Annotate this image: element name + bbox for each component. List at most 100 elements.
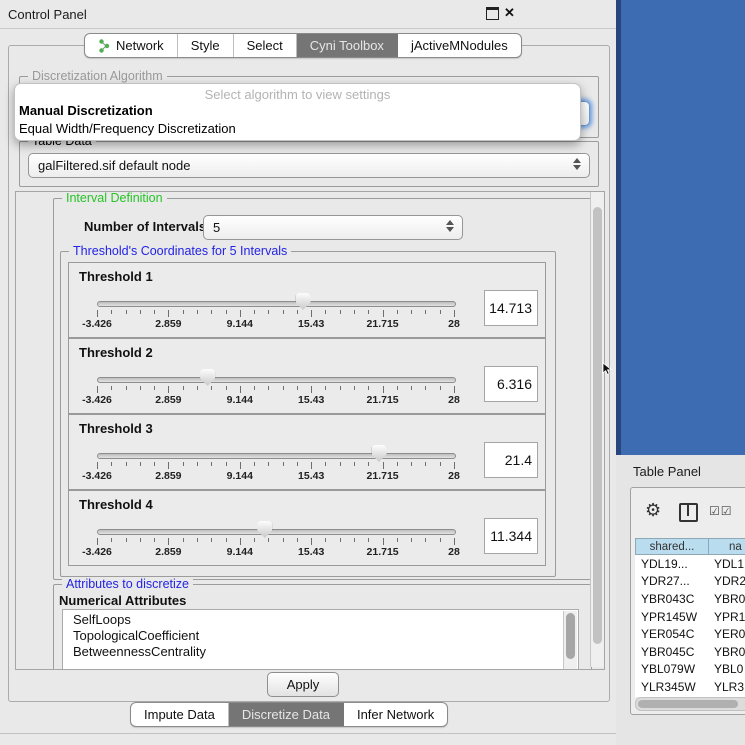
threshold-4-panel: Threshold 4 -3.4262.8599.14415.4321.7152… [68,490,546,566]
number-of-intervals-select[interactable]: 5 [203,215,463,240]
tick-label: 21.715 [367,394,399,406]
threshold-4-value-field[interactable]: 11.344 [484,518,538,554]
tab-discretize-data[interactable]: Discretize Data [229,703,344,726]
float-window-icon[interactable] [486,7,499,20]
tick-label: 21.715 [367,546,399,558]
cell-name: YPR1 [710,610,745,624]
tick-label: 9.144 [227,318,253,330]
threshold-1-slider-thumb[interactable] [296,293,311,310]
attribute-list-item[interactable]: BetweennessCentrality [63,642,578,658]
close-icon[interactable]: ✕ [504,5,515,21]
bottom-divider [0,733,616,734]
columns-icon[interactable] [679,503,698,522]
cell-name: YER0 [710,627,745,641]
cell-shared-name: YBR043C [635,592,710,606]
threshold-2-panel: Threshold 2 -3.4262.8599.14415.4321.7152… [68,338,546,414]
cell-shared-name: YDR27... [635,574,710,588]
number-of-intervals-value: 5 [213,220,220,235]
tick-label: 2.859 [155,470,181,482]
tab-label: Network [116,38,164,53]
cell-shared-name: YER054C [635,627,710,641]
table-row[interactable]: YER054CYER0 [635,625,745,643]
settings-scrollbar[interactable] [590,192,604,667]
network-tab-icon [98,39,111,53]
cell-shared-name: YDL19... [635,557,710,571]
table-row[interactable]: YBR043CYBR0 [635,590,745,608]
attribute-list-item[interactable]: TopologicalCoefficient [63,626,578,642]
table-data-select[interactable]: galFiltered.sif default node [28,153,590,178]
cell-shared-name: YPR145W [635,610,710,624]
settings-scroll-viewport: Interval Definition Number of Intervals … [15,191,605,670]
slider-ticks [97,310,454,318]
tab-impute-data[interactable]: Impute Data [131,703,229,726]
table-row[interactable]: YBL079WYBL0 [635,661,745,679]
table-row[interactable]: YPR145WYPR1 [635,608,745,626]
bottom-tab-bar: Impute Data Discretize Data Infer Networ… [130,702,448,727]
apply-button[interactable]: Apply [267,672,339,697]
algorithm-popup-hint: Select algorithm to view settings [15,84,580,102]
combo-arrows-icon [446,220,454,232]
table-horizontal-scrollbar[interactable] [635,697,745,711]
tab-cyni-toolbox[interactable]: Cyni Toolbox [297,34,398,57]
table-row[interactable]: YBR045CYBR0 [635,643,745,661]
tick-label: -3.426 [82,318,112,330]
slider-tick-labels: -3.4262.8599.14415.4321.71528 [97,394,454,406]
tab-infer-network[interactable]: Infer Network [344,703,447,726]
tick-label: 2.859 [155,318,181,330]
cell-name: YLR3 [710,680,744,694]
select-columns-checkboxes-icon[interactable]: ☑☑ [709,504,733,518]
threshold-3-value-field[interactable]: 21.4 [484,442,538,478]
tick-label: 2.859 [155,546,181,558]
tick-label: 21.715 [367,470,399,482]
cell-shared-name: YBL079W [635,662,710,676]
threshold-1-panel: Threshold 1 -3.4262.8599.14415.4321.7152… [68,262,546,338]
thresholds-group: Threshold's Coordinates for 5 Intervals … [60,251,556,577]
cell-name: YBR0 [710,645,745,659]
attributes-group-title: Attributes to discretize [62,577,193,591]
control-panel-titlebar: Control Panel ✕ [0,0,616,29]
table-frame: ⚙ ☑☑ shared... na YDL19...YDL1YDR27...YD… [630,487,745,715]
table-data-value: galFiltered.sif default node [38,158,190,173]
tick-label: 15.43 [298,470,324,482]
threshold-2-slider-thumb[interactable] [200,369,215,386]
threshold-4-slider-thumb[interactable] [257,521,272,538]
tick-label: 9.144 [227,394,253,406]
cell-shared-name: YBR045C [635,645,710,659]
slider-ticks [97,386,454,394]
tick-label: 15.43 [298,546,324,558]
column-header-name[interactable]: na [708,538,745,555]
attributes-group: Attributes to discretize Numerical Attri… [53,584,592,670]
cell-name: YDL1 [710,557,744,571]
table-row[interactable]: YDL19...YDL1 [635,555,745,573]
attribute-list-item[interactable]: SelfLoops [63,610,578,626]
slider-tick-labels: -3.4262.8599.14415.4321.71528 [97,546,454,558]
numerical-attributes-label: Numerical Attributes [59,593,186,608]
threshold-2-value-field[interactable]: 6.316 [484,366,538,402]
discretization-algorithm-title: Discretization Algorithm [28,69,167,83]
algorithm-option-equal-width[interactable]: Equal Width/Frequency Discretization [15,120,580,138]
network-desktop: GAL80GACGAL11GAL4GCY1HHAP2 [616,0,745,455]
slider-ticks [97,462,454,470]
top-tab-bar: Network Style Select Cyni Toolbox jActiv… [84,33,522,58]
attributes-list-scrollbar[interactable] [563,611,577,670]
threshold-1-value-field[interactable]: 14.713 [484,290,538,326]
numerical-attributes-list[interactable]: SelfLoopsTopologicalCoefficientBetweenne… [62,609,579,670]
slider-tick-labels: -3.4262.8599.14415.4321.71528 [97,318,454,330]
table-row[interactable]: YDR27...YDR2 [635,573,745,591]
tab-style[interactable]: Style [178,34,234,57]
tab-select[interactable]: Select [234,34,297,57]
algorithm-option-manual[interactable]: Manual Discretization [15,102,580,120]
threshold-3-slider-thumb[interactable] [372,445,387,462]
gear-icon[interactable]: ⚙ [645,501,661,519]
combo-arrows-icon [573,158,581,170]
table-panel: Table Panel ⚙ ☑☑ shared... na YDL19...YD… [616,455,745,745]
column-header-shared-name[interactable]: shared... [635,538,708,555]
tab-network[interactable]: Network [85,34,178,57]
table-row[interactable]: YLR345WYLR3 [635,678,745,696]
threshold-3-panel: Threshold 3 -3.4262.8599.14415.4321.7152… [68,414,546,490]
tab-jactivemnodules[interactable]: jActiveMNodules [398,34,521,57]
interval-definition-group: Interval Definition Number of Intervals … [53,198,592,580]
cell-name: YDR2 [710,574,745,588]
cell-name: YBL0 [710,662,743,676]
table-body: YDL19...YDL1YDR27...YDR2YBR043CYBR0YPR14… [635,555,745,697]
